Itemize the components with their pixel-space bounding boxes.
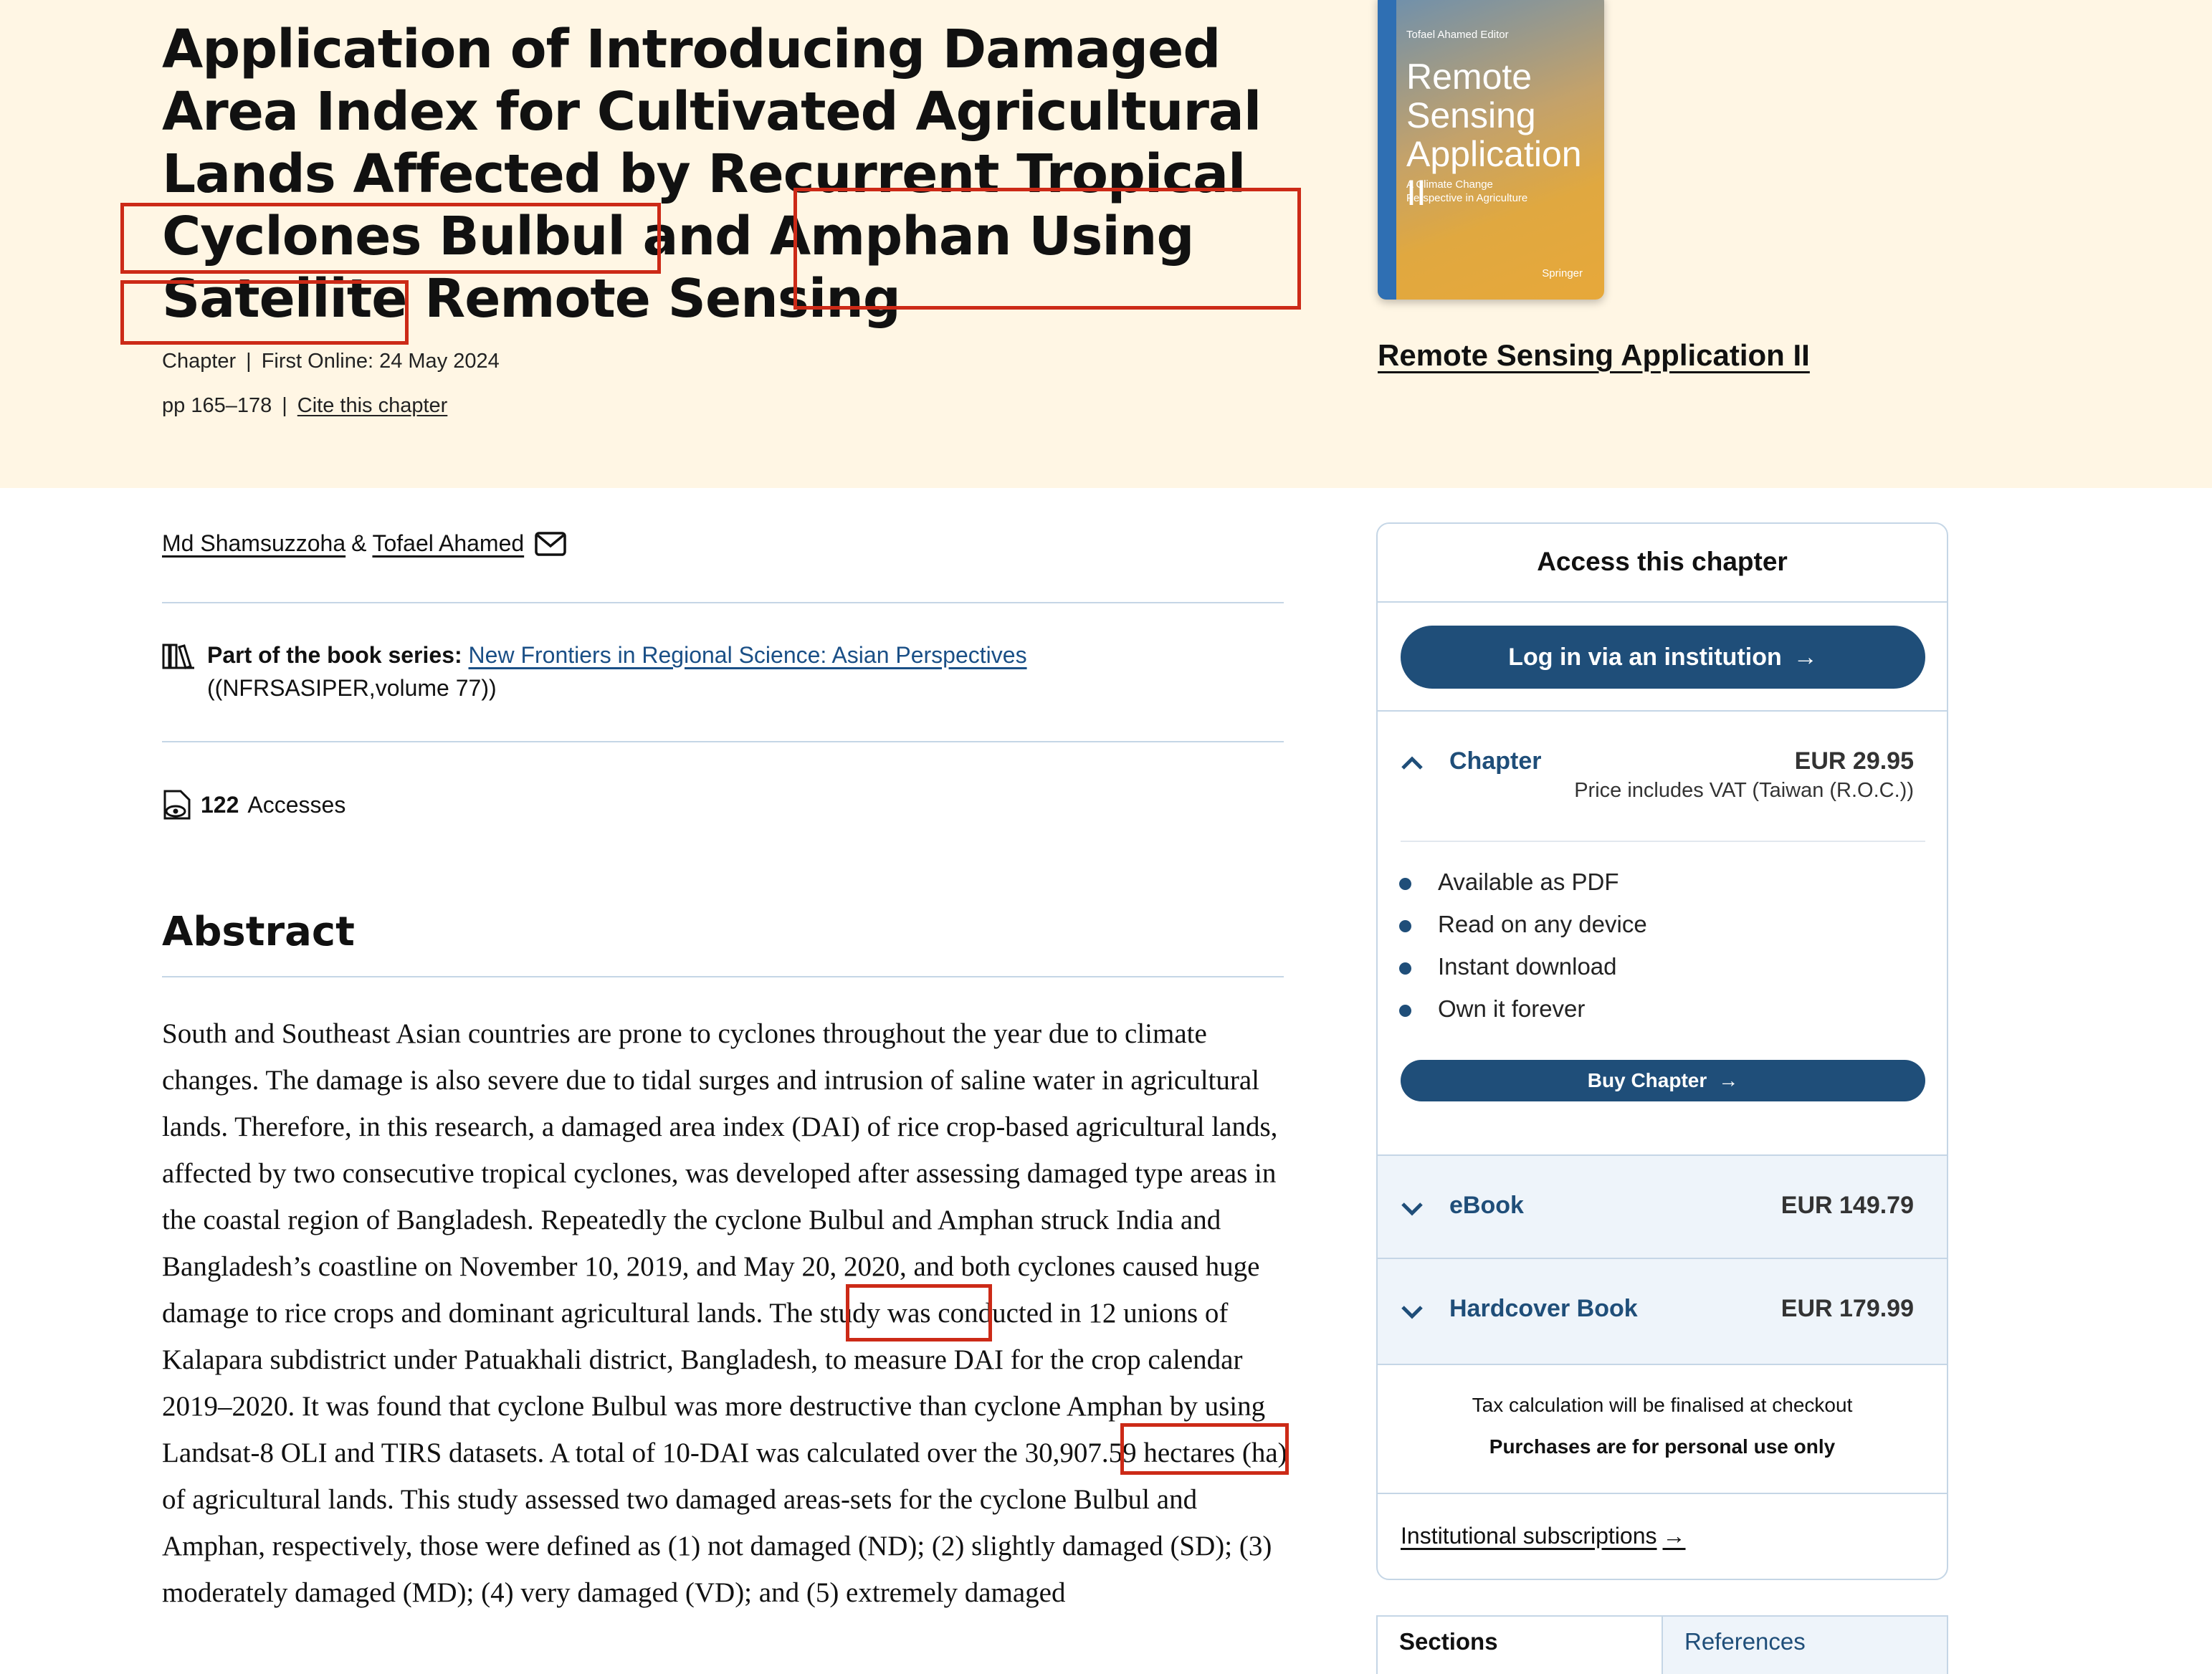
chevron-down-icon bbox=[1401, 1306, 1423, 1319]
chevron-down-icon bbox=[1401, 1202, 1423, 1216]
buy-chapter-button[interactable]: Buy Chapter → bbox=[1401, 1060, 1925, 1101]
cover-subtitle: A Climate Change Perspective in Agricult… bbox=[1406, 178, 1528, 204]
chevron-up-icon[interactable] bbox=[1399, 750, 1425, 776]
arrow-right-icon: → bbox=[1718, 1069, 1739, 1091]
divider bbox=[1378, 710, 1947, 712]
email-icon[interactable] bbox=[534, 531, 567, 557]
access-panel-heading: Access this chapter bbox=[1537, 547, 1788, 576]
author-link[interactable]: Tofael Ahamed bbox=[372, 530, 524, 557]
accesses-label: Accesses bbox=[247, 791, 346, 818]
book-series-icon bbox=[162, 644, 194, 669]
abstract-text: South and Southeast Asian countries are … bbox=[162, 1018, 1287, 1608]
accesses-icon bbox=[163, 790, 191, 820]
highlight-box bbox=[793, 188, 1301, 310]
ebook-option[interactable]: eBook EUR 149.79 bbox=[1378, 1154, 1947, 1259]
content-type: Chapter bbox=[162, 350, 237, 373]
login-institution-button[interactable]: Log in via an institution → bbox=[1401, 626, 1925, 689]
tax-note: Tax calculation will be finalised at che… bbox=[1472, 1394, 1853, 1416]
access-panel: Access this chapter Log in via an instit… bbox=[1376, 522, 1948, 1580]
first-online-date: First Online: 24 May 2024 bbox=[261, 350, 500, 373]
institutional-subscriptions-link[interactable]: Institutional subscriptions → bbox=[1401, 1523, 1686, 1549]
series-link[interactable]: New Frontiers in Regional Science: Asian… bbox=[469, 642, 1027, 668]
author-separator: & bbox=[351, 530, 367, 556]
divider bbox=[162, 602, 1284, 603]
login-button-label: Log in via an institution bbox=[1508, 643, 1782, 671]
chapter-price: EUR 29.95 bbox=[1794, 747, 1914, 775]
ebook-price: EUR 149.79 bbox=[1780, 1192, 1914, 1219]
series-label: Part of the book series: bbox=[207, 642, 462, 668]
abstract-heading: Abstract bbox=[162, 909, 355, 955]
highlight-box bbox=[846, 1284, 992, 1341]
ebook-label: eBook bbox=[1449, 1192, 1524, 1219]
book-series-text: Part of the book series: New Frontiers i… bbox=[207, 638, 1211, 672]
book-cover-image[interactable]: Tofael Ahamed Editor Remote Sensing Appl… bbox=[1378, 0, 1604, 300]
hardcover-option[interactable]: Hardcover Book EUR 179.99 bbox=[1378, 1258, 1947, 1365]
highlight-box bbox=[1120, 1423, 1289, 1475]
access-metrics: 122 Accesses bbox=[162, 788, 345, 821]
divider bbox=[1378, 1364, 1947, 1365]
chapter-pages-row: pp 165–178 | Cite this chapter bbox=[162, 394, 448, 417]
author-list: Md Shamsuzzoha & Tofael Ahamed bbox=[162, 530, 567, 557]
page-range: pp 165–178 bbox=[162, 394, 272, 417]
cover-editor: Tofael Ahamed Editor bbox=[1406, 29, 1509, 41]
book-title-link[interactable]: Remote Sensing Application II bbox=[1378, 338, 1810, 373]
vat-note: Price includes VAT (Taiwan (R.O.C.)) bbox=[1574, 779, 1914, 802]
feature-list: Available as PDF Read on any device Inst… bbox=[1399, 861, 1647, 1030]
tab-references[interactable]: References bbox=[1662, 1617, 1947, 1674]
accesses-count: 122 bbox=[201, 791, 239, 818]
buy-button-label: Buy Chapter bbox=[1587, 1069, 1707, 1091]
highlight-box bbox=[120, 280, 409, 345]
institutional-link-label: Institutional subscriptions bbox=[1401, 1523, 1657, 1549]
divider bbox=[162, 976, 1284, 977]
feature-item: Read on any device bbox=[1399, 903, 1647, 945]
divider bbox=[1401, 841, 1925, 842]
highlight-box bbox=[120, 203, 661, 274]
hardcover-label: Hardcover Book bbox=[1449, 1295, 1638, 1322]
cover-strip bbox=[1378, 0, 1396, 300]
feature-item: Instant download bbox=[1399, 945, 1647, 987]
chapter-option-label[interactable]: Chapter bbox=[1449, 747, 1541, 775]
divider bbox=[162, 741, 1284, 742]
tab-sections[interactable]: Sections bbox=[1378, 1617, 1662, 1674]
hardcover-price: EUR 179.99 bbox=[1780, 1295, 1914, 1322]
personal-use-note: Purchases are for personal use only bbox=[1489, 1435, 1836, 1458]
divider bbox=[1378, 1493, 1947, 1494]
cite-chapter-link[interactable]: Cite this chapter bbox=[297, 394, 448, 417]
arrow-right-icon: → bbox=[1662, 1523, 1686, 1549]
divider bbox=[1378, 601, 1947, 603]
chapter-meta: Chapter | First Online: 24 May 2024 bbox=[162, 350, 500, 373]
feature-item: Own it forever bbox=[1399, 987, 1647, 1030]
cover-publisher: Springer bbox=[1542, 267, 1583, 279]
author-link[interactable]: Md Shamsuzzoha bbox=[162, 530, 345, 557]
content-tabs: Sections References bbox=[1376, 1615, 1948, 1674]
arrow-right-icon: → bbox=[1793, 643, 1818, 671]
series-volume: ((NFRSASIPER,volume 77)) bbox=[207, 675, 497, 701]
feature-item: Available as PDF bbox=[1399, 861, 1647, 903]
